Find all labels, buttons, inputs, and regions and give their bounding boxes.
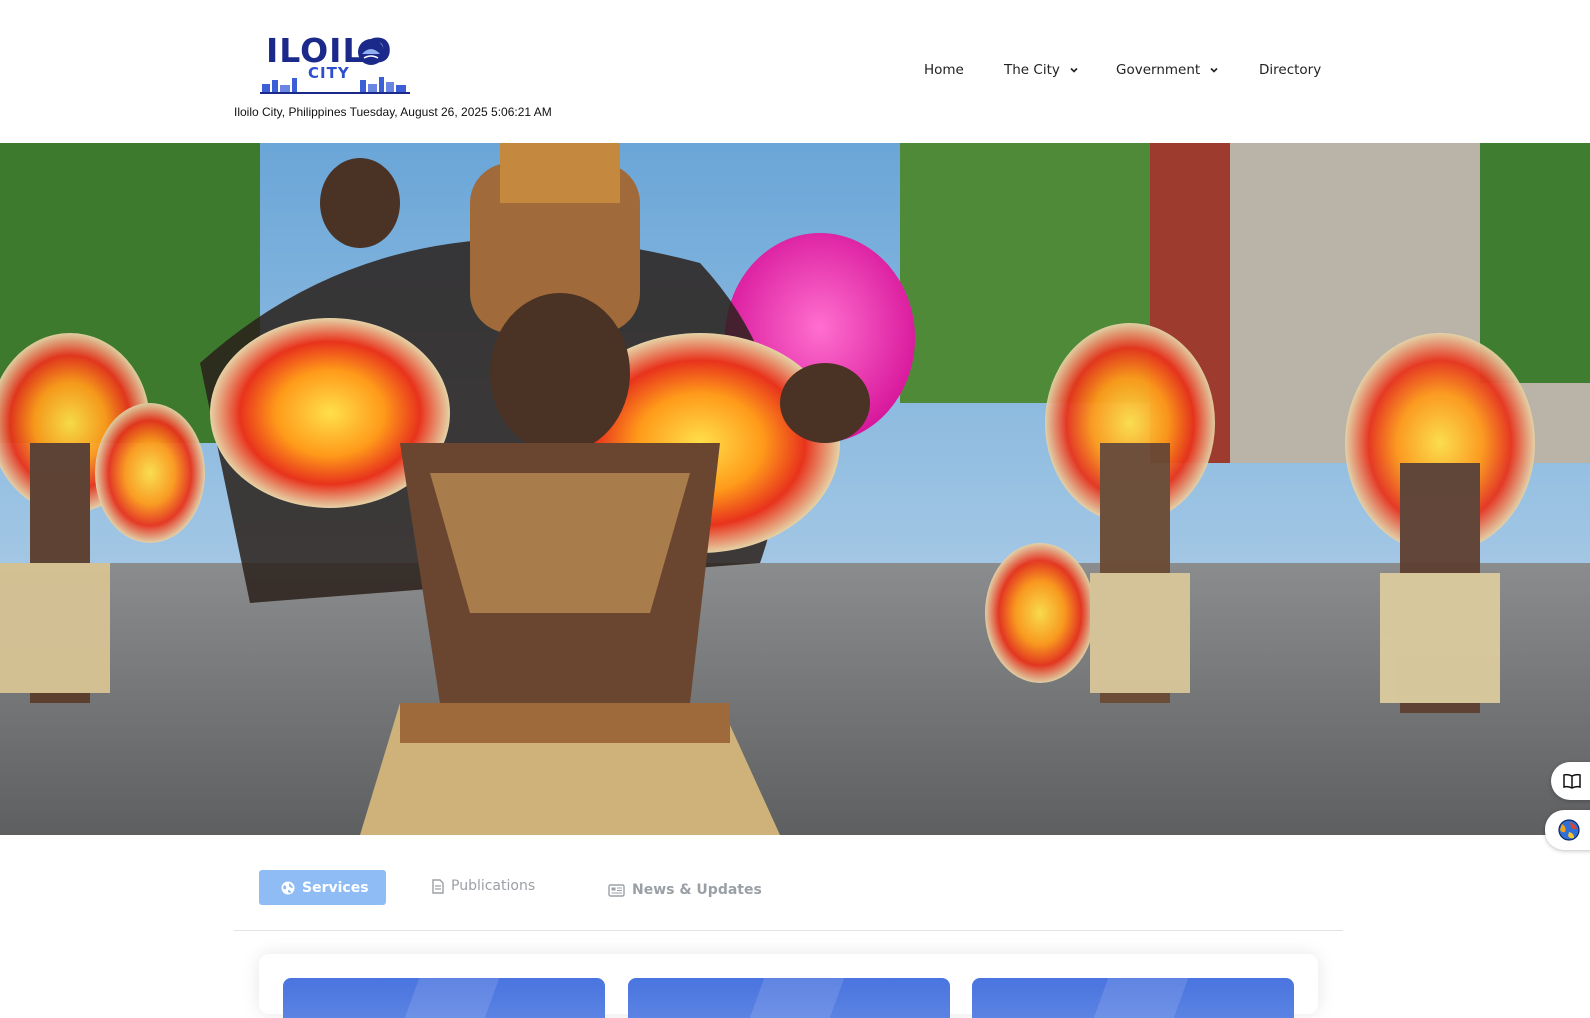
tab-publications-label: Publications [451, 878, 536, 894]
site-logo[interactable]: ILOILO CITY [260, 34, 410, 94]
service-card[interactable] [972, 978, 1294, 1018]
service-card[interactable] [283, 978, 605, 1018]
book-icon [1563, 773, 1581, 789]
language-button[interactable] [1545, 810, 1590, 850]
newspaper-icon [608, 883, 625, 897]
chevron-down-icon [1210, 67, 1218, 73]
tab-services-label: Services [302, 879, 369, 896]
nav-home-label: Home [924, 62, 964, 78]
globe-icon [1558, 819, 1580, 841]
card-image-highlight [749, 978, 845, 1018]
document-icon [432, 878, 444, 894]
tab-services[interactable]: Services [259, 870, 386, 905]
site-header: ILOILO CITY Iloilo City, Philippines Tue… [0, 0, 1590, 143]
nav-directory[interactable]: Directory [1259, 60, 1321, 80]
card-image-highlight [1093, 978, 1189, 1018]
nav-the-city-label: The City [1004, 62, 1060, 78]
globe-icon [281, 881, 295, 895]
nav-government[interactable]: Government [1116, 60, 1219, 80]
nav-directory-label: Directory [1259, 62, 1322, 78]
nav-government-label: Government [1116, 62, 1201, 78]
tab-news-updates-label: News & Updates [632, 882, 762, 898]
chevron-down-icon [1070, 67, 1078, 73]
hero-festival-image [0, 143, 1590, 835]
nav-the-city[interactable]: The City [1004, 60, 1079, 80]
service-card[interactable] [628, 978, 950, 1018]
seal-emblem-icon [358, 39, 384, 65]
tab-news-updates[interactable]: News & Updates [608, 882, 762, 898]
nav-home[interactable]: Home [924, 60, 964, 80]
tabs-divider [234, 930, 1343, 931]
card-image-highlight [404, 978, 500, 1018]
tab-publications[interactable]: Publications [432, 878, 535, 894]
location-datetime: Iloilo City, Philippines Tuesday, August… [234, 105, 552, 119]
reader-mode-button[interactable] [1551, 762, 1590, 800]
logo-subtitle: CITY [308, 64, 350, 82]
